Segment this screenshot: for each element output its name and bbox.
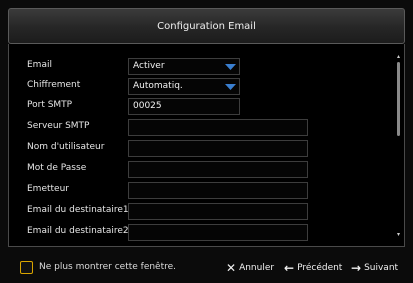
dont-show-label: Ne plus montrer cette fenêtre. xyxy=(39,262,177,272)
smtp-server-row: Serveur SMTP xyxy=(9,119,404,136)
username-input[interactable] xyxy=(128,140,308,157)
sender-label: Emetteur xyxy=(27,184,69,194)
cancel-button-label: Annuler xyxy=(239,263,275,273)
dialog-title: Configuration Email xyxy=(157,20,256,32)
dialog-title-bar: Configuration Email xyxy=(8,8,405,44)
password-row: Mot de Passe xyxy=(9,161,404,178)
arrow-right-icon: → xyxy=(351,261,362,275)
chevron-down-icon[interactable] xyxy=(221,79,239,94)
scroll-up-icon[interactable]: ▴ xyxy=(397,54,401,60)
chevron-down-icon[interactable] xyxy=(221,59,239,74)
smtp-server-label: Serveur SMTP xyxy=(27,121,90,131)
arrow-left-icon: ← xyxy=(284,261,295,275)
username-label: Nom d'utilisateur xyxy=(27,142,105,152)
encryption-select-value: Automatiq. xyxy=(133,81,183,91)
email-row: Email Activer xyxy=(9,58,404,75)
sender-row: Emetteur xyxy=(9,182,404,199)
next-button[interactable]: → Suivant xyxy=(351,258,398,278)
dont-show-checkbox[interactable] xyxy=(20,261,33,274)
email-label: Email xyxy=(27,60,52,70)
scroll-down-icon[interactable]: ▾ xyxy=(397,232,401,238)
recipient2-label: Email du destinataire2 xyxy=(27,226,129,236)
recipient1-label: Email du destinataire1 xyxy=(27,205,129,215)
recipient1-input[interactable] xyxy=(128,203,308,220)
cancel-button[interactable]: ✕ Annuler xyxy=(226,258,274,278)
sender-input[interactable] xyxy=(128,182,308,199)
dialog-footer: Ne plus montrer cette fenêtre. ✕ Annuler… xyxy=(8,247,405,283)
username-row: Nom d'utilisateur xyxy=(9,140,404,157)
recipient1-row: Email du destinataire1 xyxy=(9,203,404,220)
smtp-server-input[interactable] xyxy=(128,119,308,136)
scrollbar-thumb[interactable] xyxy=(397,62,400,136)
next-button-label: Suivant xyxy=(364,263,399,273)
password-input[interactable] xyxy=(128,161,308,178)
recipient2-input[interactable] xyxy=(128,224,308,241)
email-settings-panel: Email Activer Chiffrement Automatiq. Por… xyxy=(8,44,405,247)
scrollbar[interactable]: ▴ ▾ xyxy=(397,54,401,238)
encryption-select[interactable]: Automatiq. xyxy=(128,78,240,95)
password-label: Mot de Passe xyxy=(27,163,87,173)
encryption-label: Chiffrement xyxy=(27,80,81,90)
encryption-row: Chiffrement Automatiq. xyxy=(9,78,404,95)
email-select-value: Activer xyxy=(133,61,165,71)
previous-button-label: Précédent xyxy=(297,263,343,273)
smtp-port-row: Port SMTP 00025 xyxy=(9,98,404,115)
smtp-port-input[interactable]: 00025 xyxy=(128,98,240,115)
smtp-port-label: Port SMTP xyxy=(27,100,73,110)
email-select[interactable]: Activer xyxy=(128,58,240,75)
recipient2-row: Email du destinataire2 xyxy=(9,224,404,241)
previous-button[interactable]: ← Précédent xyxy=(284,258,342,278)
close-icon: ✕ xyxy=(226,261,237,275)
